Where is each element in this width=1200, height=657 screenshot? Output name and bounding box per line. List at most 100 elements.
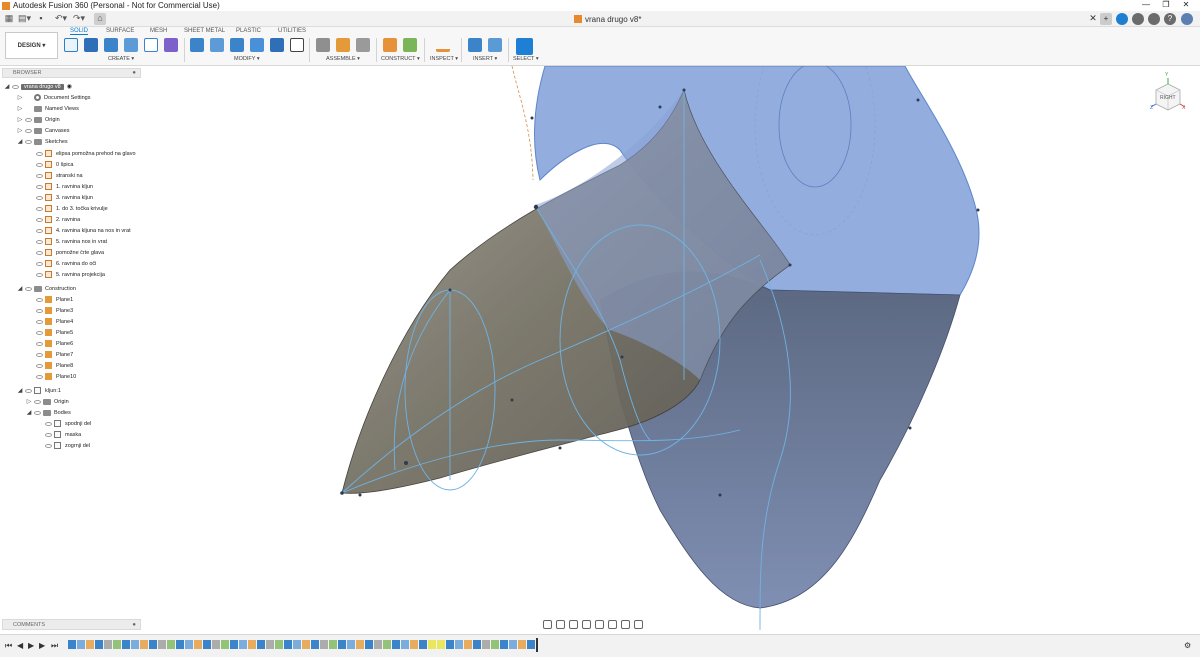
select-group-label[interactable]: SELECT ▾ [513, 56, 539, 62]
visibility-eye-icon[interactable] [36, 319, 43, 324]
shell-icon[interactable] [230, 38, 244, 52]
create-more-icon[interactable] [164, 38, 178, 52]
activate-radio-icon[interactable]: ◉ [67, 83, 72, 90]
look-at-icon[interactable] [556, 619, 565, 629]
file-menu-icon[interactable]: ▤▾ [18, 13, 31, 25]
visibility-eye-icon[interactable] [36, 162, 43, 167]
create-group-label[interactable]: CREATE ▾ [108, 56, 134, 62]
sweep-icon[interactable] [144, 38, 158, 52]
play-icon[interactable]: ▶ [28, 641, 34, 650]
workspace-switcher[interactable]: DESIGN ▾ [5, 32, 58, 59]
joint-icon[interactable] [336, 38, 350, 52]
body-item[interactable]: spodnji del [43, 418, 91, 429]
timeline-feature-icon[interactable] [86, 640, 94, 649]
create-sketch-icon[interactable] [64, 38, 78, 52]
go-to-end-icon[interactable]: ⏭ [51, 641, 58, 651]
timeline-feature-icon[interactable] [149, 640, 157, 649]
collapse-triangle-icon[interactable]: ◢ [26, 409, 32, 416]
undo-icon[interactable]: ↶▾ [54, 13, 68, 25]
visibility-eye-icon[interactable] [25, 117, 32, 122]
combine-icon[interactable] [250, 38, 264, 52]
insert-derive-icon[interactable] [468, 38, 482, 52]
revolve-icon[interactable] [124, 38, 138, 52]
expand-triangle-icon[interactable]: ▷ [17, 94, 23, 101]
timeline-feature-icon[interactable] [113, 640, 121, 649]
sketch-item[interactable]: 2. ravnina [34, 214, 80, 225]
timeline-feature-icon[interactable] [320, 640, 328, 649]
visibility-eye-icon[interactable] [36, 374, 43, 379]
fit-icon[interactable] [595, 619, 604, 629]
visibility-eye-icon[interactable] [45, 432, 52, 437]
collapse-triangle-icon[interactable]: ◢ [17, 387, 23, 394]
plane-item[interactable]: Plane4 [34, 316, 73, 327]
timeline-feature-icon[interactable] [68, 640, 76, 649]
timeline-feature-icon[interactable] [500, 640, 508, 649]
timeline-feature-icon[interactable] [140, 640, 148, 649]
collapse-triangle-icon[interactable]: ◢ [17, 285, 23, 292]
midplane-icon[interactable] [403, 38, 417, 52]
timeline-feature-icon[interactable] [203, 640, 211, 649]
timeline-feature-icon[interactable] [374, 640, 382, 649]
timeline-feature-icon[interactable] [275, 640, 283, 649]
sketch-item[interactable]: stranski na [34, 170, 83, 181]
timeline-feature-icon[interactable] [347, 640, 355, 649]
visibility-eye-icon[interactable] [25, 286, 32, 291]
timeline-feature-icon[interactable] [176, 640, 184, 649]
browser-item-component-origin[interactable]: ▷ Origin [26, 396, 69, 407]
expand-triangle-icon[interactable]: ▷ [17, 105, 23, 112]
job-status-icon[interactable] [1132, 13, 1144, 25]
sketch-item[interactable]: 6. ravnina do oči [34, 258, 96, 269]
comments-panel[interactable]: COMMENTS ● [2, 619, 141, 630]
plane-item[interactable]: Plane5 [34, 327, 73, 338]
browser-settings-icon[interactable]: ● [132, 70, 136, 76]
tab-surface[interactable]: SURFACE [106, 28, 134, 34]
zoom-icon[interactable] [582, 619, 591, 629]
timeline-feature-icon[interactable] [212, 640, 220, 649]
timeline-feature-icon[interactable] [95, 640, 103, 649]
timeline-feature-icon[interactable] [239, 640, 247, 649]
timeline-feature-icon[interactable] [230, 640, 238, 649]
construct-group-label[interactable]: CONSTRUCT ▾ [381, 56, 420, 62]
tab-sheet-metal[interactable]: SHEET METAL [184, 28, 225, 34]
visibility-eye-icon[interactable] [12, 84, 19, 89]
visibility-eye-icon[interactable] [36, 151, 43, 156]
timeline-feature-icon[interactable] [482, 640, 490, 649]
timeline-feature-icon[interactable] [194, 640, 202, 649]
timeline-feature-icon[interactable] [410, 640, 418, 649]
plane-item[interactable]: Plane1 [34, 294, 73, 305]
body-item[interactable]: zogrnji del [43, 440, 90, 451]
viewport-canvas[interactable] [0, 66, 1200, 634]
timeline-feature-icon[interactable] [491, 640, 499, 649]
tab-utilities[interactable]: UTILITIES [278, 28, 306, 34]
browser-item-construction[interactable]: ◢ Construction [17, 283, 76, 294]
insert-canvas-icon[interactable] [488, 38, 502, 52]
visibility-eye-icon[interactable] [36, 195, 43, 200]
timeline-feature-icon[interactable] [122, 640, 130, 649]
redo-icon[interactable]: ↷▾ [72, 13, 86, 25]
extensions-icon[interactable] [1116, 13, 1128, 25]
timeline-feature-icon[interactable] [437, 640, 445, 649]
expand-triangle-icon[interactable]: ▷ [17, 116, 23, 123]
visibility-eye-icon[interactable] [36, 272, 43, 277]
timeline-feature-icon[interactable] [509, 640, 517, 649]
extrude-icon[interactable] [104, 38, 118, 52]
visibility-eye-icon[interactable] [36, 184, 43, 189]
browser-item-canvases[interactable]: ▷ Canvases [17, 125, 69, 136]
pan-icon[interactable] [569, 619, 578, 629]
timeline-feature-icon[interactable] [248, 640, 256, 649]
browser-item-component[interactable]: ◢ kljun:1 [17, 385, 61, 396]
visibility-eye-icon[interactable] [25, 139, 32, 144]
visibility-eye-icon[interactable] [36, 217, 43, 222]
timeline-feature-icon[interactable] [257, 640, 265, 649]
notifications-icon[interactable] [1148, 13, 1160, 25]
step-back-icon[interactable]: ◀ [17, 641, 23, 650]
timeline-feature-icon[interactable] [311, 640, 319, 649]
offset-face-icon[interactable] [270, 38, 284, 52]
visibility-eye-icon[interactable] [36, 363, 43, 368]
visibility-eye-icon[interactable] [36, 173, 43, 178]
expand-triangle-icon[interactable]: ▷ [26, 398, 32, 405]
sketch-item[interactable]: pomožne črte glava [34, 247, 104, 258]
visibility-eye-icon[interactable] [25, 388, 32, 393]
tab-plastic[interactable]: PLASTIC [236, 28, 261, 34]
press-pull-icon[interactable] [190, 38, 204, 52]
